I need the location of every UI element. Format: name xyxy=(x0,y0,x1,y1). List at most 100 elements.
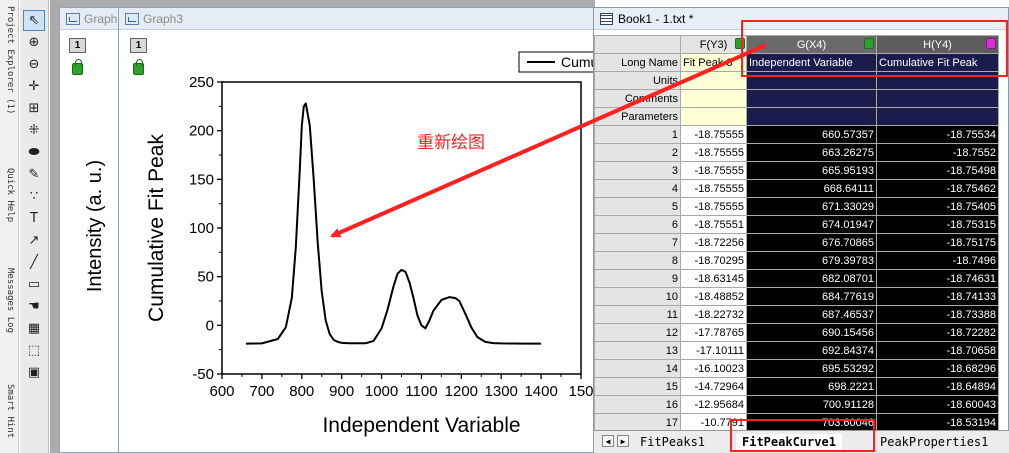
label-cell-f[interactable] xyxy=(680,89,747,108)
layer-button[interactable]: 1 xyxy=(69,38,86,53)
zoom-in-icon[interactable]: ⊕ xyxy=(23,32,45,53)
workbook-window[interactable]: Book1 - 1.txt * F(Y3) G(X4) H(Y4) Long N… xyxy=(593,7,1009,453)
cell-g[interactable]: 692.84374 xyxy=(746,341,877,360)
row-number[interactable]: 10 xyxy=(594,287,681,306)
graph-window-graph3[interactable]: Graph3 1 600 700 800 900 1000 1100 1200 1300 140… xyxy=(118,7,600,453)
cell-h[interactable]: -18.73388 xyxy=(876,305,999,324)
cell-f[interactable]: -18.75551 xyxy=(680,215,747,234)
label-cell-g[interactable] xyxy=(746,71,877,90)
pointer-icon[interactable]: ⇖ xyxy=(23,10,45,31)
cell-h[interactable]: -18.75175 xyxy=(876,233,999,252)
project-explorer-tab[interactable]: Project Explorer (1) xyxy=(1,6,18,131)
row-number[interactable]: 9 xyxy=(594,269,681,288)
sheet-tab-peakproperties1[interactable]: PeakProperties1 xyxy=(874,434,994,451)
worksheet-grid[interactable]: F(Y3) G(X4) H(Y4) Long Name Fit Peak 3 Ind… xyxy=(594,35,1009,430)
label-cell-h[interactable] xyxy=(876,71,999,90)
row-number[interactable]: 17 xyxy=(594,413,681,430)
label-row-header[interactable]: Parameters xyxy=(594,107,681,126)
column-header-f[interactable]: F(Y3) xyxy=(680,35,747,54)
row-number[interactable]: 8 xyxy=(594,251,681,270)
cell-h[interactable]: -18.74631 xyxy=(876,269,999,288)
draw-data-icon[interactable]: ✎ xyxy=(23,164,45,185)
cell-g[interactable]: 703.60046 xyxy=(746,413,877,430)
column-header-h[interactable]: H(Y4) xyxy=(876,35,999,54)
cell-h[interactable]: -18.72282 xyxy=(876,323,999,342)
cell-g[interactable]: 660.57357 xyxy=(746,125,877,144)
label-cell-h[interactable] xyxy=(876,89,999,108)
cell-h[interactable]: -18.75405 xyxy=(876,197,999,216)
screen-reader-icon[interactable]: ✛ xyxy=(23,76,45,97)
label-cell-g[interactable]: Independent Variable xyxy=(746,53,877,72)
text-tool-icon[interactable]: T xyxy=(23,208,45,229)
sheet-tab-fitpeaks1[interactable]: FitPeaks1 xyxy=(634,434,711,451)
cell-h[interactable]: -18.60043 xyxy=(876,395,999,414)
cell-h[interactable]: -18.75315 xyxy=(876,215,999,234)
messages-log-tab[interactable]: Messages Log xyxy=(1,268,18,348)
row-number[interactable]: 15 xyxy=(594,377,681,396)
scatter-icon[interactable]: ∵ xyxy=(23,186,45,207)
label-row-header[interactable]: Units xyxy=(594,71,681,90)
row-number[interactable]: 4 xyxy=(594,179,681,198)
cell-f[interactable]: -18.48852 xyxy=(680,287,747,306)
cell-g[interactable]: 690.15456 xyxy=(746,323,877,342)
cell-f[interactable]: -14.72964 xyxy=(680,377,747,396)
row-number[interactable]: 3 xyxy=(594,161,681,180)
next-sheet-icon[interactable]: ▶ xyxy=(617,435,629,447)
cell-g[interactable]: 687.46537 xyxy=(746,305,877,324)
row-number[interactable]: 13 xyxy=(594,341,681,360)
cell-g[interactable]: 700.91128 xyxy=(746,395,877,414)
label-cell-f[interactable]: Fit Peak 3 xyxy=(680,53,747,72)
cell-f[interactable]: -17.10111 xyxy=(680,341,747,360)
cumulative-fit-peak-chart[interactable]: 600 700 800 900 1000 1100 1200 1300 1400 150 -50 0 5… xyxy=(119,8,600,453)
cell-f[interactable]: -10.7791 xyxy=(680,413,747,430)
cell-f[interactable]: -16.10023 xyxy=(680,359,747,378)
label-cell-h[interactable] xyxy=(876,107,999,126)
picture-icon[interactable]: ▣ xyxy=(23,362,45,383)
cell-f[interactable]: -17.78765 xyxy=(680,323,747,342)
row-number[interactable]: 6 xyxy=(594,215,681,234)
prev-sheet-icon[interactable]: ◀ xyxy=(602,435,614,447)
cell-h[interactable]: -18.74133 xyxy=(876,287,999,306)
cell-g[interactable]: 684.77619 xyxy=(746,287,877,306)
cell-g[interactable]: 663.26275 xyxy=(746,143,877,162)
row-number[interactable]: 14 xyxy=(594,359,681,378)
cell-h[interactable]: -18.75498 xyxy=(876,161,999,180)
row-number[interactable]: 5 xyxy=(594,197,681,216)
rectangle-tool-icon[interactable]: ▭ xyxy=(23,274,45,295)
cell-h[interactable]: -18.75534 xyxy=(876,125,999,144)
corner-cell[interactable] xyxy=(594,35,681,54)
smart-hint-tab[interactable]: Smart Hint xyxy=(1,384,18,449)
zoom-out-icon[interactable]: ⊖ xyxy=(23,54,45,75)
label-cell-f[interactable] xyxy=(680,107,747,126)
line-tool-icon[interactable]: ╱ xyxy=(23,252,45,273)
label-cell-g[interactable] xyxy=(746,107,877,126)
row-number[interactable]: 11 xyxy=(594,305,681,324)
arrow-tool-icon[interactable]: ↗ xyxy=(23,230,45,251)
data-reader-icon[interactable]: ⊞ xyxy=(23,98,45,119)
cell-g[interactable]: 695.53292 xyxy=(746,359,877,378)
label-row-header[interactable]: Long Name xyxy=(594,53,681,72)
row-number[interactable]: 2 xyxy=(594,143,681,162)
region-icon[interactable]: ▦ xyxy=(23,318,45,339)
cell-h[interactable]: -18.64894 xyxy=(876,377,999,396)
workbook-titlebar[interactable]: Book1 - 1.txt * xyxy=(594,8,1008,30)
cell-f[interactable]: -18.75555 xyxy=(680,161,747,180)
cell-g[interactable]: 676.70865 xyxy=(746,233,877,252)
hand-icon[interactable]: ☚ xyxy=(23,296,45,317)
quick-help-tab[interactable]: Quick Help xyxy=(1,168,18,238)
label-row-header[interactable]: Comments xyxy=(594,89,681,108)
cell-h[interactable]: -18.68296 xyxy=(876,359,999,378)
cell-f[interactable]: -18.63145 xyxy=(680,269,747,288)
region-mask-icon[interactable]: ⬬ xyxy=(23,142,45,163)
cell-f[interactable]: -18.22732 xyxy=(680,305,747,324)
cell-g[interactable]: 674.01947 xyxy=(746,215,877,234)
column-header-g[interactable]: G(X4) xyxy=(746,35,877,54)
cell-f[interactable]: -18.75555 xyxy=(680,125,747,144)
cell-f[interactable]: -18.75555 xyxy=(680,143,747,162)
row-number[interactable]: 1 xyxy=(594,125,681,144)
cell-g[interactable]: 698.2221 xyxy=(746,377,877,396)
zoom-pan-icon[interactable]: ⬚ xyxy=(23,340,45,361)
row-number[interactable]: 12 xyxy=(594,323,681,342)
label-cell-g[interactable] xyxy=(746,89,877,108)
cell-f[interactable]: -18.75555 xyxy=(680,179,747,198)
